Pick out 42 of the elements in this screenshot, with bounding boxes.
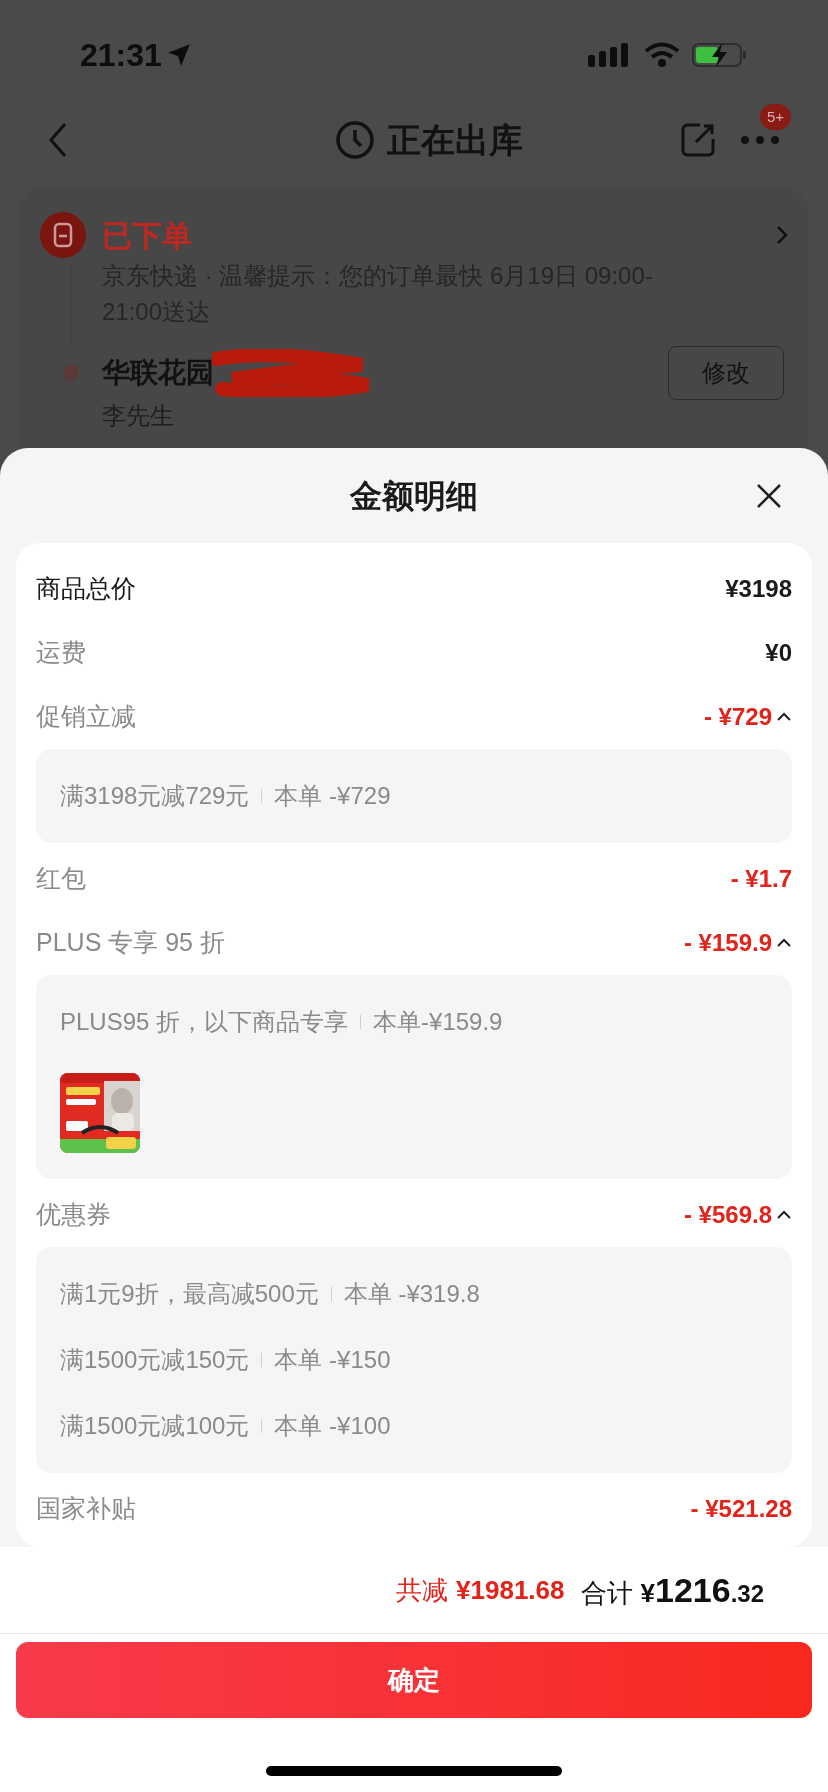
fee-label: 商品总价 (36, 573, 136, 605)
chevron-up-icon[interactable] (776, 712, 792, 722)
confirm-button[interactable]: 确定 (16, 1642, 812, 1718)
fee-amount: - ¥521.28 (690, 1494, 792, 1524)
discount-amount: 本单 -¥319.8 (343, 1279, 480, 1309)
clock-icon (335, 120, 375, 160)
fee-label: 红包 (36, 863, 86, 895)
discount-condition: 满3198元减729元 (60, 781, 250, 811)
fee-label: PLUS 专享 95 折 (36, 927, 225, 959)
discount-condition: PLUS95 折，以下商品专享 (60, 1007, 349, 1037)
discount-amount: 本单 -¥729 (274, 781, 391, 811)
status-time: 21:31 (80, 36, 162, 75)
fee-label: 优惠券 (36, 1199, 111, 1231)
sheet-title: 金额明细 (350, 476, 478, 516)
page-title: 正在出库 (387, 119, 523, 161)
battery-charging-icon (692, 41, 748, 69)
discount-amount: 本单 -¥100 (274, 1411, 391, 1441)
fee-amount: - ¥569.8 (683, 1200, 772, 1230)
notification-badge: 5+ (760, 104, 792, 130)
discount-amount: 本单 -¥150 (274, 1345, 391, 1375)
discount-condition: 满1500元减100元 (60, 1411, 250, 1441)
discount-condition: 满1元9折，最高减500元 (60, 1279, 319, 1309)
fee-amount: ¥0 (765, 638, 792, 668)
order-status: 已下单 (102, 217, 192, 254)
fee-amount: ¥3198 (725, 574, 792, 604)
chevron-up-icon[interactable] (776, 1210, 792, 1220)
chevron-up-icon[interactable] (776, 938, 792, 948)
total-amount: ¥1216.32 (640, 1569, 764, 1611)
discount-condition: 满1500元减150元 (60, 1345, 250, 1375)
fee-amount: - ¥1.7 (730, 864, 792, 894)
fee-amount: - ¥729 (703, 702, 772, 732)
fee-label: 国家补贴 (36, 1493, 136, 1525)
discount-amount: 本单-¥159.9 (373, 1007, 503, 1037)
wifi-icon (644, 42, 680, 68)
saved-label: 共减 (396, 1573, 449, 1607)
fee-label: 促销立减 (36, 701, 136, 733)
close-icon[interactable] (756, 482, 782, 509)
order-icon (40, 212, 86, 258)
total-label: 合计 (580, 1576, 633, 1610)
fee-label: 运费 (36, 637, 86, 669)
fee-amount: - ¥159.9 (683, 928, 772, 958)
saved-amount: ¥1981.68 (456, 1573, 565, 1607)
